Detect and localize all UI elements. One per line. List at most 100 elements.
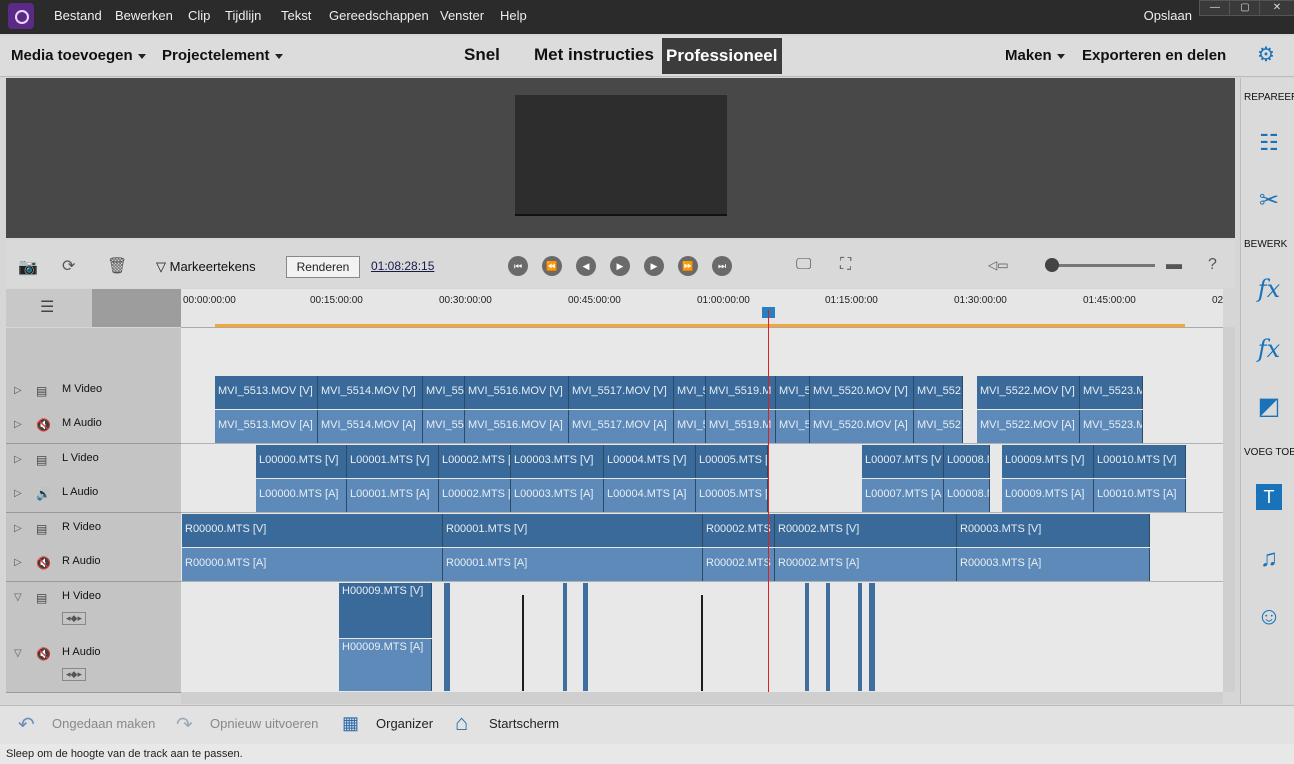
clip[interactable]: MVI_5523.M — [1080, 410, 1143, 443]
clip[interactable]: L00001.MTS [A] — [347, 479, 439, 512]
fast-forward-icon[interactable]: ⏩ — [678, 256, 698, 276]
camera-icon[interactable]: 📷 — [18, 257, 38, 277]
menu-help[interactable]: Help — [500, 8, 527, 23]
menu-clip[interactable]: Clip — [188, 8, 210, 23]
tab-professioneel[interactable]: Professioneel — [662, 38, 782, 74]
keyframe-nav[interactable]: ◂◆▸ — [62, 668, 86, 681]
clip-sliver[interactable] — [583, 583, 588, 691]
menu-venster[interactable]: Venster — [440, 8, 484, 23]
work-area-bar[interactable] — [215, 324, 1185, 327]
go-to-start-icon[interactable]: ⏮ — [508, 256, 528, 276]
clip[interactable]: L00005.MTS [ — [696, 445, 768, 478]
horizontal-scrollbar[interactable] — [181, 692, 1223, 704]
clip[interactable]: L00003.MTS [A] — [511, 479, 604, 512]
redo-button[interactable]: Opnieuw uitvoeren — [210, 716, 318, 731]
expand-icon[interactable]: ▷ — [14, 419, 22, 430]
clip[interactable]: L00003.MTS [V] — [511, 445, 604, 478]
clip-sliver[interactable] — [444, 583, 450, 691]
home-button[interactable]: Startscherm — [489, 716, 559, 731]
menu-bestand[interactable]: Bestand — [54, 8, 102, 23]
clip[interactable]: L00004.MTS [A] — [604, 479, 696, 512]
clip[interactable]: R00002.MTS [ — [703, 548, 775, 581]
trash-icon[interactable]: 🗑 — [107, 256, 127, 276]
clip[interactable]: MVI_5520.MOV [A] — [810, 410, 914, 443]
adjust-icon[interactable]: ☷ — [1254, 128, 1284, 158]
clip-sliver[interactable] — [563, 583, 567, 691]
clip[interactable]: MVI_5517.MOV [V] — [569, 376, 674, 409]
fx-icon[interactable]: fx — [1254, 334, 1284, 364]
clip-sliver[interactable] — [826, 583, 830, 691]
clip[interactable]: MVI_5522.MOV [V] — [977, 376, 1080, 409]
track-settings-icon[interactable]: ☰ — [40, 297, 54, 317]
home-icon[interactable]: ⌂ — [455, 710, 468, 736]
save-button[interactable]: Opslaan — [1144, 8, 1192, 23]
clip-sliver[interactable] — [701, 595, 703, 691]
clip[interactable]: MVI_552 — [914, 376, 963, 409]
clip[interactable]: L00007.MTS [A — [862, 479, 944, 512]
title-icon[interactable]: T — [1256, 484, 1282, 510]
clip[interactable]: MVI_5513.MOV [V] — [215, 376, 318, 409]
clip[interactable]: H00009.MTS [V] — [339, 583, 432, 638]
track-header[interactable]: ▷ ▤ L Video — [6, 444, 181, 479]
clip[interactable]: R00003.MTS [A] — [957, 548, 1150, 581]
expand-icon[interactable]: ▷ — [14, 454, 22, 465]
project-element-menu[interactable]: Projectelement — [162, 47, 283, 64]
clip[interactable]: L00002.MTS [ — [439, 479, 511, 512]
expand-icon[interactable]: ▷ — [14, 385, 22, 396]
clip[interactable]: L00002.MTS [ — [439, 445, 511, 478]
waveform-toggle[interactable] — [92, 289, 181, 327]
menu-gereedschappen[interactable]: Gereedschappen — [329, 8, 429, 23]
clip[interactable]: R00002.MTS [V] — [775, 514, 957, 547]
monitor-settings-icon[interactable]: 🖵 — [796, 256, 811, 274]
menu-tekst[interactable]: Tekst — [281, 8, 311, 23]
undo-icon[interactable]: ↶ — [18, 712, 35, 737]
clip[interactable]: L00009.MTS [V] — [1002, 445, 1094, 478]
expand-icon[interactable]: ▷ — [14, 523, 22, 534]
play-icon[interactable]: ▶ — [610, 256, 630, 276]
transition-icon[interactable]: ◩ — [1254, 392, 1284, 422]
undo-button[interactable]: Ongedaan maken — [52, 716, 155, 731]
track-header[interactable]: ▷ 🔇 R Audio — [6, 547, 181, 582]
render-button[interactable]: Renderen — [286, 256, 360, 278]
minimize-button[interactable]: — — [1199, 0, 1231, 16]
clip[interactable]: L00007.MTS [V — [862, 445, 944, 478]
clip[interactable]: MVI_5 — [674, 376, 706, 409]
zoom-slider-knob[interactable] — [1045, 258, 1059, 272]
clip[interactable]: MVI_5 — [776, 376, 810, 409]
clip-sliver[interactable] — [522, 595, 524, 691]
step-back-icon[interactable]: ◀ — [576, 256, 596, 276]
redo-icon[interactable]: ↷ — [176, 712, 193, 737]
clip[interactable]: R00002.MTS [A] — [775, 548, 957, 581]
clip[interactable]: R00000.MTS [A] — [182, 548, 443, 581]
graphics-icon[interactable]: ☺ — [1254, 602, 1284, 632]
zoom-slider[interactable] — [1045, 264, 1155, 267]
clip[interactable]: R00002.MTS [ — [703, 514, 775, 547]
tab-met-instructies[interactable]: Met instructies — [534, 45, 654, 65]
clip[interactable]: MVI_55 — [423, 376, 465, 409]
organizer-icon[interactable]: ▦ — [342, 713, 359, 734]
clip-sliver[interactable] — [869, 583, 875, 691]
clip[interactable]: MVI_5519.M — [706, 376, 776, 409]
clip[interactable]: L00008.M — [944, 479, 990, 512]
gear-icon[interactable]: ⚙ — [1257, 42, 1275, 67]
clip[interactable]: MVI_5513.MOV [A] — [215, 410, 318, 443]
clip[interactable]: MVI_552 — [914, 410, 963, 443]
tools-icon[interactable]: ✂ — [1254, 186, 1284, 216]
clip[interactable]: MVI_5514.MOV [V] — [318, 376, 423, 409]
clip[interactable]: R00000.MTS [V] — [182, 514, 443, 547]
track-header[interactable]: ▽ 🔇 H Audio ◂◆▸ — [6, 638, 181, 693]
clip[interactable]: L00000.MTS [A] — [256, 479, 347, 512]
menu-bewerken[interactable]: Bewerken — [115, 8, 173, 23]
clip[interactable]: MVI_55 — [423, 410, 465, 443]
clip[interactable]: L00008.M — [944, 445, 990, 478]
clip[interactable]: R00001.MTS [A] — [443, 548, 703, 581]
clip[interactable]: L00001.MTS [V] — [347, 445, 439, 478]
fit-icon[interactable]: ▬ — [1166, 256, 1182, 274]
keyframe-nav[interactable]: ◂◆▸ — [62, 612, 86, 625]
maximize-button[interactable]: ▢ — [1229, 0, 1261, 16]
clip[interactable]: L00009.MTS [A] — [1002, 479, 1094, 512]
timecode-display[interactable]: 01:08:28:15 — [371, 259, 434, 273]
expand-icon[interactable]: ▷ — [14, 488, 22, 499]
fx-edit-icon[interactable]: fx — [1254, 274, 1284, 304]
clip-sliver[interactable] — [805, 583, 809, 691]
